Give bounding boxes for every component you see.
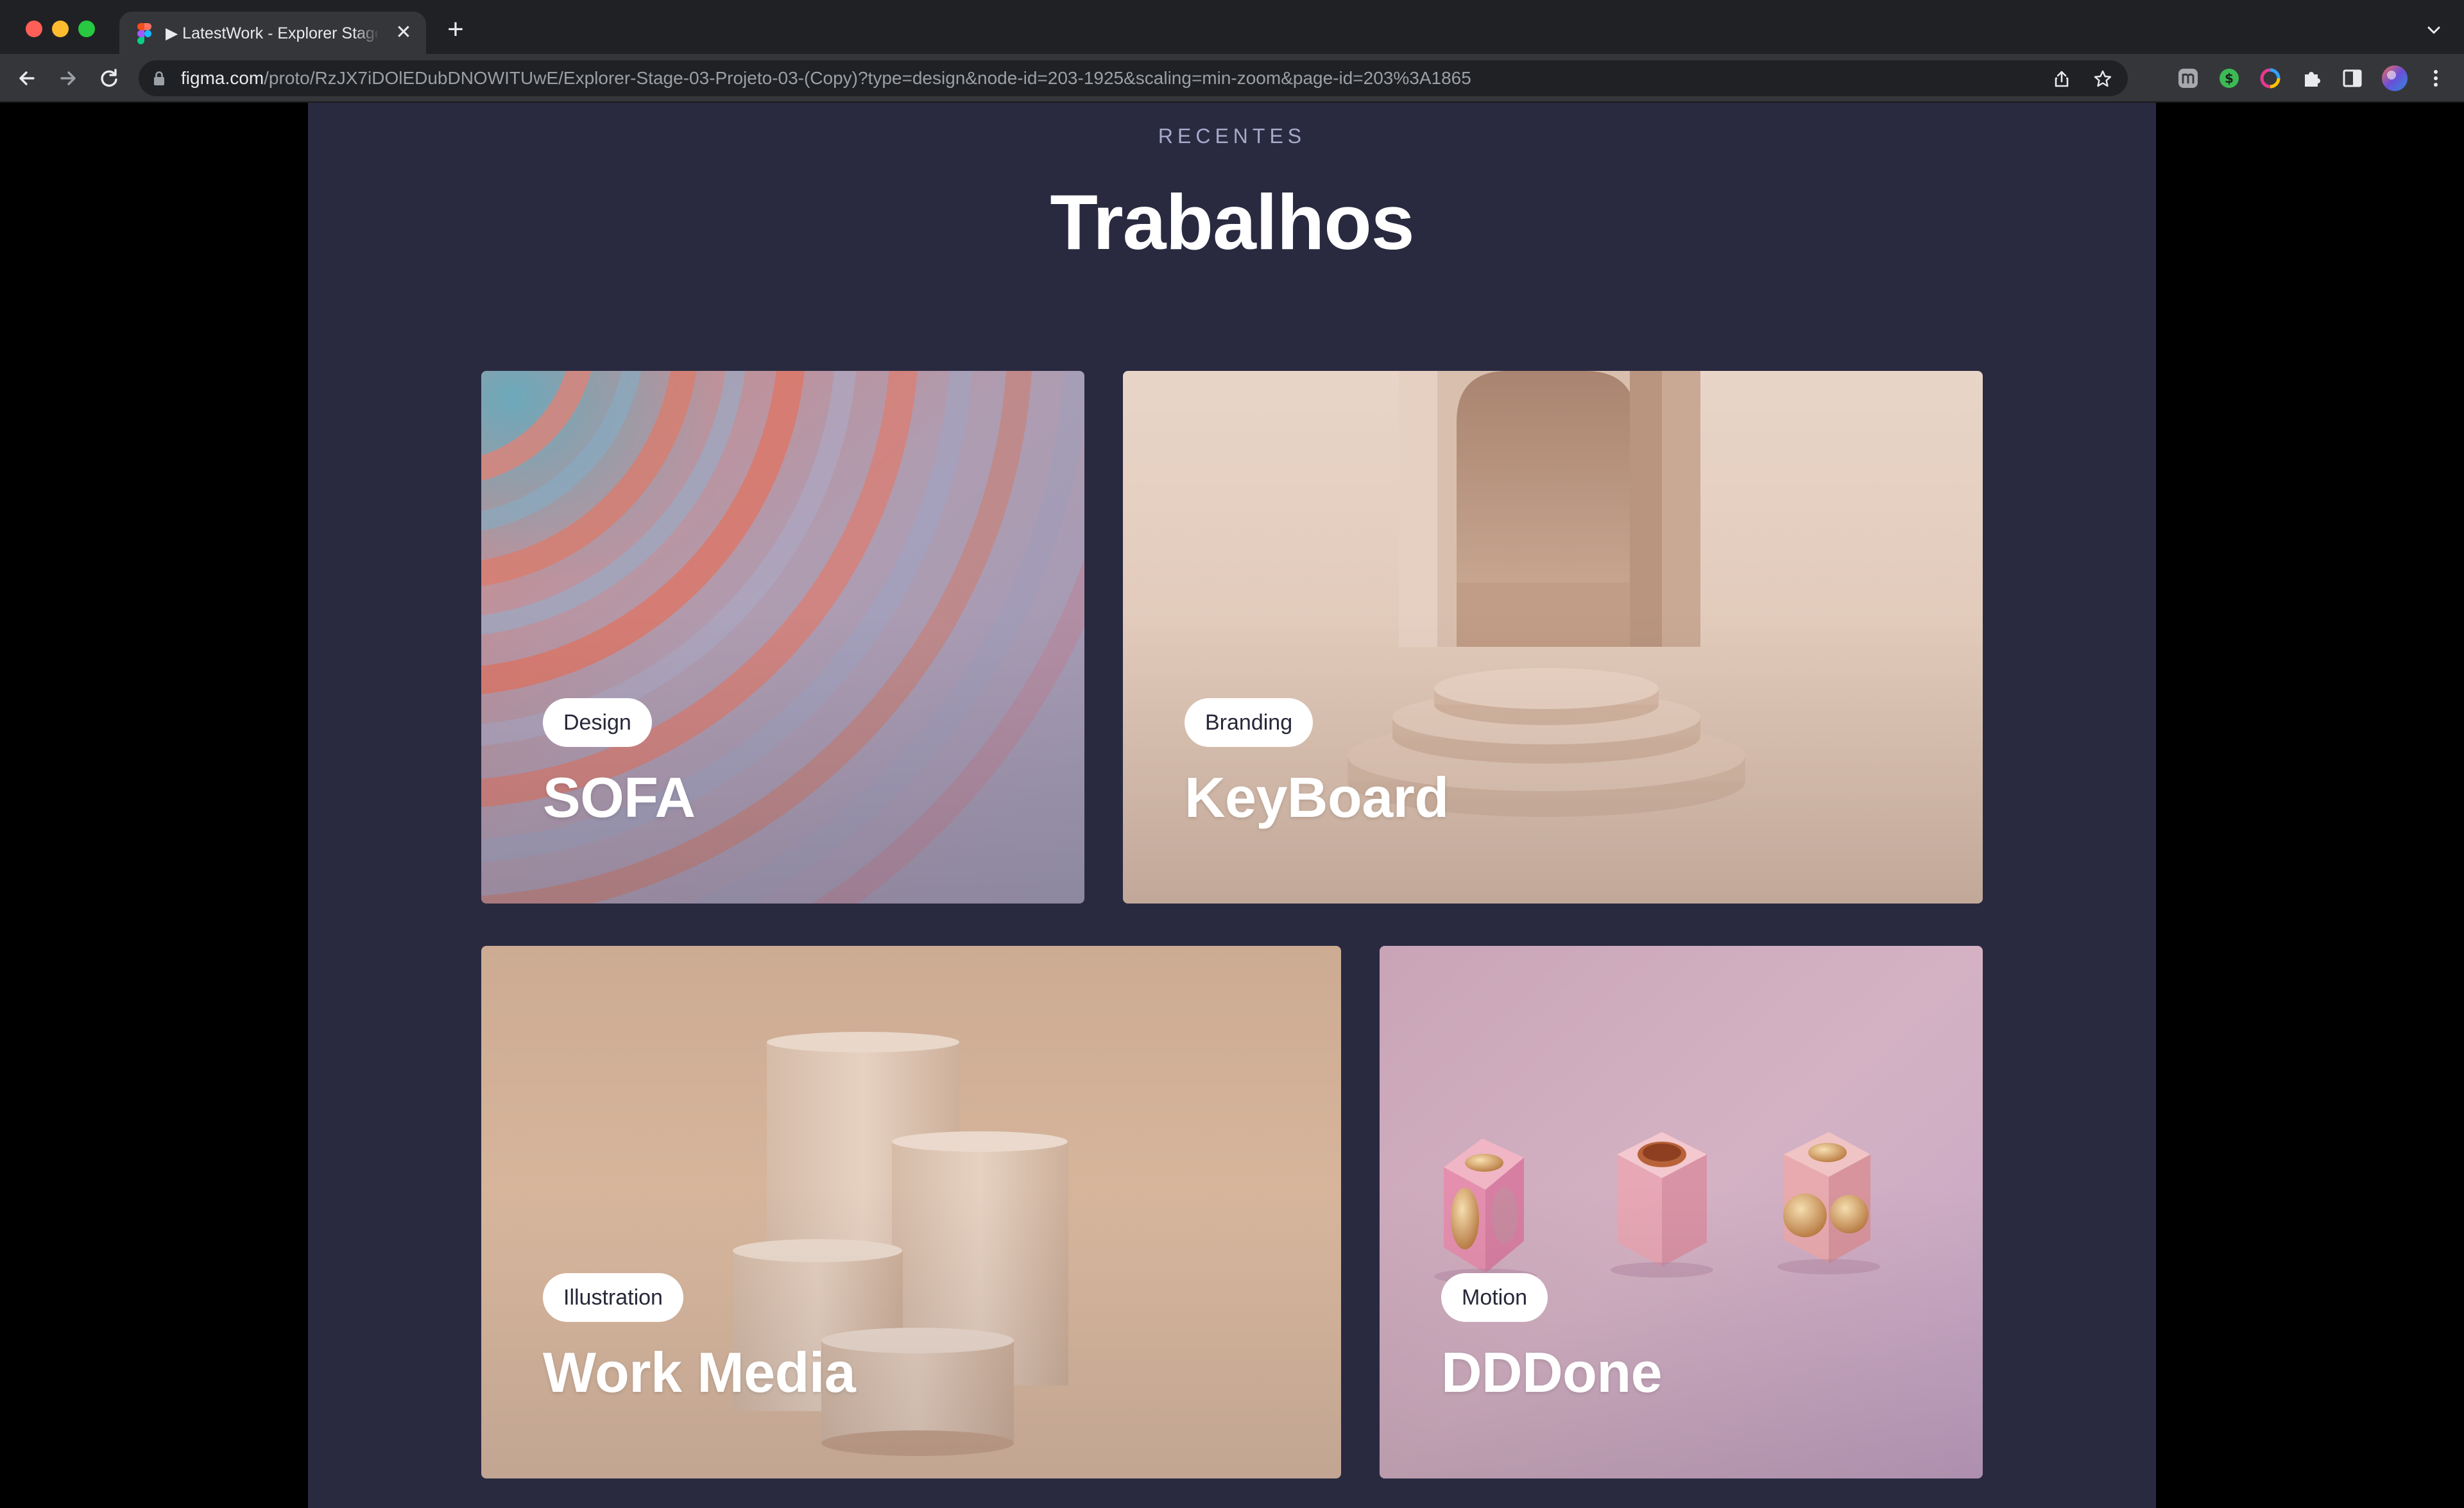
figma-favicon-icon	[137, 23, 151, 44]
tab-close-icon[interactable]: ✕	[393, 22, 415, 44]
reload-icon[interactable]	[96, 65, 122, 91]
extension-ring-icon[interactable]	[2259, 67, 2282, 90]
browser-tab[interactable]: ▶ LatestWork - Explorer Stage 03 ✕	[119, 12, 426, 54]
extension-m-icon[interactable]	[2177, 67, 2200, 90]
browser-toolbar: figma.com/proto/RzJX7iDOlEDubDNOWITUwE/E…	[0, 54, 2464, 103]
share-icon[interactable]	[2052, 69, 2071, 89]
card-title: KeyBoard	[1185, 766, 1449, 829]
category-tag: Illustration	[543, 1273, 683, 1322]
url-text[interactable]: figma.com/proto/RzJX7iDOlEDubDNOWITUwE/E…	[181, 60, 1471, 96]
work-card-work-media[interactable]: Illustration Work Media	[481, 946, 1341, 1478]
work-card-keyboard[interactable]: Branding KeyBoard	[1123, 371, 1983, 904]
minimize-window-button[interactable]	[52, 21, 69, 37]
back-icon[interactable]	[14, 65, 40, 91]
card-title: SOFA	[543, 766, 696, 829]
tab-search-chevron-icon[interactable]	[2423, 19, 2445, 41]
close-window-button[interactable]	[26, 21, 42, 37]
url-host: figma.com	[181, 68, 264, 88]
card-title: DDDone	[1441, 1341, 1663, 1404]
category-tag: Branding	[1185, 698, 1313, 747]
new-tab-button[interactable]: +	[443, 15, 468, 44]
category-tag: Motion	[1441, 1273, 1548, 1322]
tab-title-fade	[354, 21, 380, 46]
bookmark-star-icon[interactable]	[2093, 69, 2112, 89]
forward-icon[interactable]	[55, 65, 81, 91]
browser-tab-bar: ▶ LatestWork - Explorer Stage 03 ✕ +	[0, 0, 2464, 54]
tab-title: ▶ LatestWork - Explorer Stage 03	[166, 24, 377, 42]
menu-kebab-icon[interactable]	[2424, 67, 2447, 90]
maximize-window-button[interactable]	[78, 21, 95, 37]
lock-icon[interactable]	[153, 71, 166, 86]
category-tag: Design	[543, 698, 652, 747]
page-viewport: RECENTES Trabalhos Design SOFA Branding …	[0, 103, 2464, 1508]
card-title: Work Media	[543, 1341, 856, 1404]
address-bar[interactable]: figma.com/proto/RzJX7iDOlEDubDNOWITUwE/E…	[139, 60, 2128, 96]
url-path: /proto/RzJX7iDOlEDubDNOWITUwE/Explorer-S…	[264, 68, 1471, 88]
work-card-dddone[interactable]: Motion DDDone	[1380, 946, 1983, 1478]
side-panel-icon[interactable]	[2341, 67, 2364, 90]
extension-dollar-icon[interactable]: $	[2218, 67, 2241, 90]
section-eyebrow: RECENTES	[1158, 124, 1306, 148]
profile-avatar-icon[interactable]	[2381, 64, 2409, 92]
svg-text:$: $	[2225, 71, 2234, 86]
work-card-sofa[interactable]: Design SOFA	[481, 371, 1084, 904]
prototype-frame: RECENTES Trabalhos Design SOFA Branding …	[308, 103, 2156, 1508]
extensions-puzzle-icon[interactable]	[2300, 67, 2323, 90]
page-title: Trabalhos	[1050, 178, 1414, 266]
